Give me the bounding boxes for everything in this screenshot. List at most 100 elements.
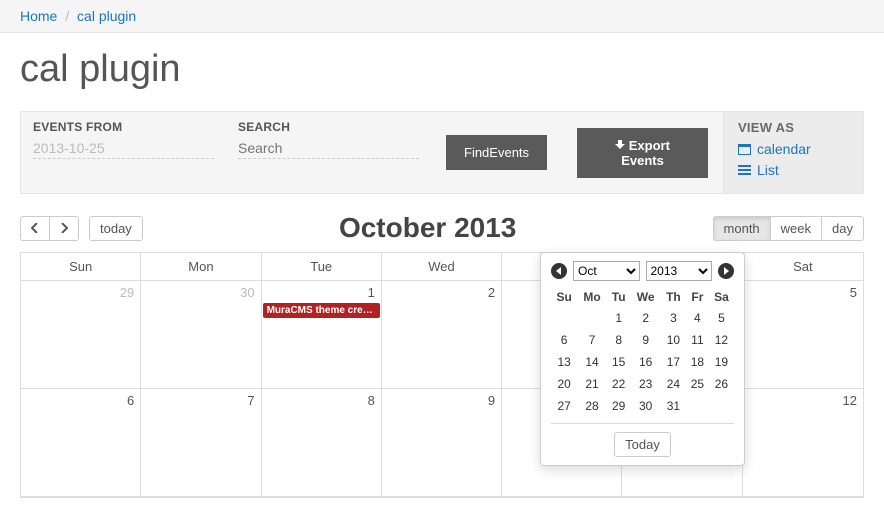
view-as-header: VIEW AS — [738, 120, 849, 135]
calendar-cell[interactable]: 12 — [743, 389, 863, 497]
events-from-input[interactable] — [33, 138, 214, 159]
datepicker-day-header: Sa — [709, 287, 734, 307]
view-as-calendar-label: calendar — [757, 139, 811, 160]
datepicker-day-cell[interactable]: 4 — [686, 307, 709, 329]
datepicker-today-button[interactable]: Today — [614, 432, 671, 457]
search-input[interactable] — [238, 138, 419, 159]
datepicker-next-button[interactable] — [718, 263, 734, 279]
view-as-list-label: List — [757, 160, 779, 181]
calendar-day-number: 1 — [368, 285, 375, 300]
calendar-day-number: 30 — [240, 285, 254, 300]
list-icon — [738, 165, 751, 176]
datepicker-day-cell[interactable]: 20 — [551, 373, 577, 395]
calendar-cell[interactable]: 7 — [141, 389, 261, 497]
calendar-cell[interactable]: 9 — [382, 389, 502, 497]
calendar-day-number: 5 — [850, 285, 857, 300]
datepicker-day-cell[interactable]: 6 — [551, 329, 577, 351]
datepicker-day-cell[interactable]: 15 — [607, 351, 631, 373]
datepicker-day-header: We — [630, 287, 660, 307]
triangle-right-icon — [722, 267, 730, 275]
calendar-cell[interactable]: 6 — [21, 389, 141, 497]
datepicker-prev-button[interactable] — [551, 263, 567, 279]
datepicker-day-cell[interactable]: 7 — [577, 329, 607, 351]
datepicker-day-header: Th — [661, 287, 686, 307]
datepicker-day-cell[interactable]: 31 — [661, 395, 686, 417]
calendar-icon — [738, 144, 751, 155]
datepicker-day-cell[interactable]: 1 — [607, 307, 631, 329]
triangle-left-icon — [555, 267, 563, 275]
datepicker-day-cell[interactable]: 3 — [661, 307, 686, 329]
breadcrumb-sep: / — [65, 8, 69, 24]
datepicker-day-cell[interactable]: 10 — [661, 329, 686, 351]
view-as-calendar[interactable]: calendar — [738, 139, 849, 160]
datepicker-popover: Oct 2013 SuMoTuWeThFrSa 1234567891011121… — [540, 252, 745, 466]
datepicker-day-cell[interactable]: 23 — [630, 373, 660, 395]
datepicker-day-cell — [709, 395, 734, 417]
datepicker-day-cell[interactable]: 24 — [661, 373, 686, 395]
calendar-day-number: 29 — [120, 285, 134, 300]
view-month-button[interactable]: month — [713, 216, 770, 241]
calendar-toolbar: today October 2013 month week day — [20, 212, 864, 244]
datepicker-day-cell — [686, 395, 709, 417]
datepicker-day-cell[interactable]: 30 — [630, 395, 660, 417]
datepicker-day-header: Fr — [686, 287, 709, 307]
datepicker-grid: SuMoTuWeThFrSa 1234567891011121314151617… — [551, 287, 734, 417]
datepicker-day-cell[interactable]: 26 — [709, 373, 734, 395]
calendar-day-header: Mon — [141, 253, 261, 281]
datepicker-day-cell[interactable]: 21 — [577, 373, 607, 395]
datepicker-day-header: Tu — [607, 287, 631, 307]
calendar-day-number: 2 — [488, 285, 495, 300]
filter-bar: EVENTS FROM SEARCH FindEvents Export Eve… — [20, 111, 864, 194]
datepicker-day-cell[interactable]: 13 — [551, 351, 577, 373]
calendar-cell[interactable]: 1 MuraCMS theme creation — [262, 281, 382, 389]
calendar-day-header: Tue — [262, 253, 382, 281]
calendar-day-header: Sat — [743, 253, 863, 281]
today-button[interactable]: today — [89, 216, 143, 241]
datepicker-day-cell[interactable]: 9 — [630, 329, 660, 351]
export-events-button[interactable]: Export Events — [577, 128, 708, 178]
datepicker-day-cell[interactable]: 18 — [686, 351, 709, 373]
calendar-cell[interactable]: 8 — [262, 389, 382, 497]
datepicker-day-cell[interactable]: 22 — [607, 373, 631, 395]
calendar-cell[interactable]: 5 — [743, 281, 863, 389]
events-from-label: EVENTS FROM — [33, 120, 214, 134]
calendar-day-number: 6 — [127, 393, 134, 408]
datepicker-day-cell[interactable]: 14 — [577, 351, 607, 373]
breadcrumb-home[interactable]: Home — [20, 8, 57, 24]
datepicker-day-cell[interactable]: 11 — [686, 329, 709, 351]
find-events-button[interactable]: FindEvents — [446, 135, 547, 170]
datepicker-day-cell[interactable]: 5 — [709, 307, 734, 329]
datepicker-day-cell[interactable]: 19 — [709, 351, 734, 373]
datepicker-day-cell[interactable]: 2 — [630, 307, 660, 329]
calendar-day-number: 12 — [843, 393, 857, 408]
datepicker-day-cell[interactable]: 27 — [551, 395, 577, 417]
datepicker-day-cell[interactable]: 17 — [661, 351, 686, 373]
datepicker-day-cell[interactable]: 8 — [607, 329, 631, 351]
view-week-button[interactable]: week — [770, 216, 821, 241]
breadcrumb-current[interactable]: cal plugin — [77, 8, 136, 24]
prev-button[interactable] — [20, 216, 49, 241]
datepicker-year-select[interactable]: 2013 — [646, 261, 713, 281]
view-as-panel: VIEW AS calendar List — [723, 112, 863, 193]
page-title: cal plugin — [20, 48, 864, 91]
calendar-title: October 2013 — [143, 212, 713, 244]
calendar-day-number: 7 — [247, 393, 254, 408]
calendar-cell[interactable]: 30 — [141, 281, 261, 389]
calendar-event[interactable]: MuraCMS theme creation — [263, 303, 380, 318]
calendar-cell[interactable]: 2 — [382, 281, 502, 389]
calendar-cell[interactable]: 29 — [21, 281, 141, 389]
view-as-list[interactable]: List — [738, 160, 849, 181]
datepicker-day-header: Su — [551, 287, 577, 307]
datepicker-month-select[interactable]: Oct — [573, 261, 640, 281]
datepicker-day-cell[interactable]: 12 — [709, 329, 734, 351]
chevron-right-icon — [60, 223, 68, 233]
breadcrumb: Home / cal plugin — [0, 0, 884, 33]
datepicker-day-cell[interactable]: 25 — [686, 373, 709, 395]
datepicker-day-cell[interactable]: 16 — [630, 351, 660, 373]
export-events-label: Export Events — [621, 138, 670, 168]
next-button[interactable] — [49, 216, 79, 241]
view-day-button[interactable]: day — [821, 216, 864, 241]
datepicker-day-cell[interactable]: 29 — [607, 395, 631, 417]
calendar-day-number: 9 — [488, 393, 495, 408]
datepicker-day-cell[interactable]: 28 — [577, 395, 607, 417]
